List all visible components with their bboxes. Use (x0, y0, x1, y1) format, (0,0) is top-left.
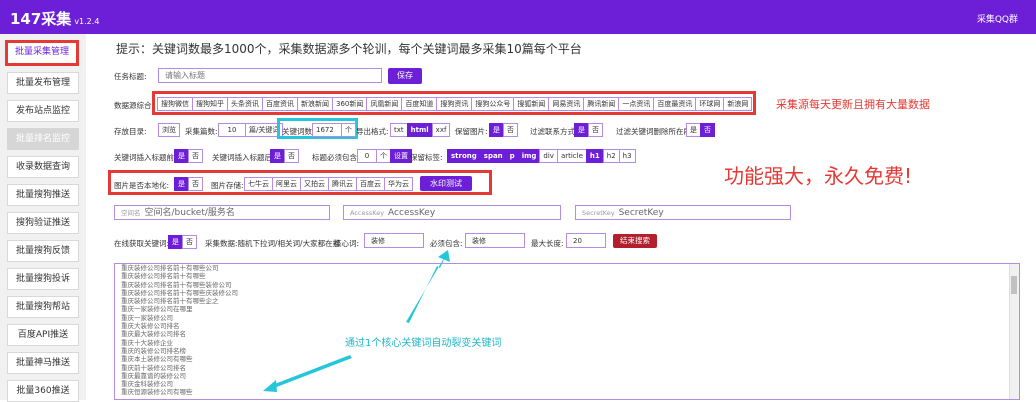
arrow-down-to-keywords (272, 355, 352, 388)
arrow-down-head (263, 380, 277, 392)
arrow-up-to-core-word (406, 253, 447, 323)
annotation-arrows (263, 250, 450, 392)
expand-annotation: 通过1个核心关键词自动裂变关键词 (345, 338, 502, 349)
arrow-up-head (438, 250, 450, 262)
